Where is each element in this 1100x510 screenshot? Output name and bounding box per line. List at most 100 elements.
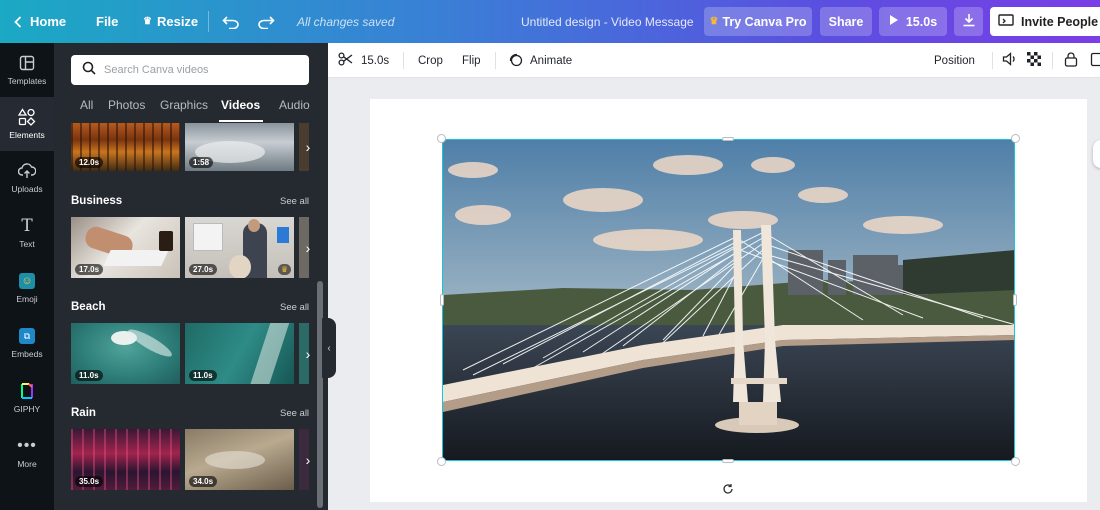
- section-title-beach: Beach: [71, 301, 106, 313]
- video-thumbnail[interactable]: 35.0s: [71, 429, 180, 490]
- resize-handle-right[interactable]: [1013, 294, 1017, 306]
- trim-duration: 15.0s: [361, 54, 390, 67]
- share-button[interactable]: Share: [820, 7, 872, 36]
- bridge-video-frame: [443, 140, 1014, 460]
- home-button[interactable]: Home: [14, 0, 66, 43]
- rail-label: Uploads: [11, 184, 43, 194]
- divider: [208, 11, 209, 32]
- resize-handle-bottom-left[interactable]: [437, 457, 446, 466]
- lock-button[interactable]: [1064, 43, 1078, 78]
- see-all-link[interactable]: See all: [280, 302, 309, 313]
- tab-graphics[interactable]: Graphics: [160, 98, 208, 112]
- file-menu[interactable]: File: [96, 0, 118, 43]
- try-canva-pro-button[interactable]: ♛ Try Canva Pro: [704, 7, 812, 36]
- video-thumbnail[interactable]: 12.0s: [71, 123, 180, 171]
- flip-button[interactable]: Flip: [462, 43, 481, 78]
- chevron-right-icon[interactable]: ›: [299, 217, 317, 278]
- invite-people-button[interactable]: Invite People: [990, 7, 1100, 36]
- resize-handle-left[interactable]: [440, 294, 444, 306]
- resize-handle-top-left[interactable]: [437, 134, 446, 143]
- divider: [495, 52, 496, 69]
- invite-label: Invite People: [1021, 14, 1099, 29]
- screen-shape: [277, 227, 289, 243]
- rail-item-elements[interactable]: Elements: [0, 97, 54, 151]
- rail-item-emoji[interactable]: ☺ Emoji: [0, 261, 54, 315]
- rail-item-embeds[interactable]: ⧉ Embeds: [0, 316, 54, 370]
- video-thumbnail[interactable]: 1:58: [185, 123, 294, 171]
- tab-videos[interactable]: Videos: [221, 98, 260, 112]
- search-input[interactable]: [104, 64, 294, 76]
- collapse-panel-button[interactable]: ‹: [322, 318, 336, 378]
- divider: [403, 52, 404, 69]
- search-icon: [82, 61, 96, 80]
- chevron-right-icon[interactable]: ›: [299, 323, 317, 384]
- duration-badge: 27.0s: [189, 264, 218, 275]
- panel-scrollbar[interactable]: [317, 281, 323, 508]
- animate-button[interactable]: Animate: [508, 43, 572, 78]
- position-button[interactable]: Position: [934, 43, 975, 78]
- search-box[interactable]: [71, 55, 309, 85]
- divider: [992, 52, 993, 69]
- rail-item-giphy[interactable]: GIPHY: [0, 371, 54, 425]
- video-thumbnail[interactable]: 34.0s: [185, 429, 294, 490]
- copy-button[interactable]: [1090, 43, 1100, 78]
- rail-item-templates[interactable]: Templates: [0, 43, 54, 97]
- side-rail: Templates Elements Uploads T Text ☺ Emoj…: [0, 43, 54, 510]
- rail-item-uploads[interactable]: Uploads: [0, 151, 54, 205]
- rail-label: More: [17, 459, 37, 469]
- try-pro-label: Try Canva Pro: [722, 14, 807, 29]
- text-icon: T: [21, 216, 33, 236]
- presenter-head-shape: [248, 219, 260, 232]
- duration-badge: 17.0s: [75, 264, 104, 275]
- video-thumbnail[interactable]: 11.0s: [185, 323, 294, 384]
- resize-handle-bottom[interactable]: [722, 459, 734, 463]
- tab-photos[interactable]: Photos: [108, 98, 145, 112]
- resize-button[interactable]: ♛ Resize: [143, 0, 198, 43]
- duration-badge: 35.0s: [75, 476, 104, 487]
- design-title[interactable]: Untitled design - Video Message: [521, 0, 694, 43]
- rotate-icon[interactable]: [721, 482, 735, 496]
- undo-icon: [222, 15, 240, 29]
- resize-handle-top-right[interactable]: [1011, 134, 1020, 143]
- volume-button[interactable]: [1002, 43, 1018, 78]
- resize-label: Resize: [156, 14, 199, 29]
- trim-button[interactable]: 15.0s: [338, 43, 389, 78]
- rail-label: Templates: [7, 76, 47, 86]
- resize-handle-bottom-right[interactable]: [1011, 457, 1020, 466]
- duration-badge: 34.0s: [189, 476, 218, 487]
- duration-badge: 1:58: [189, 157, 214, 168]
- chevron-right-icon[interactable]: ›: [299, 123, 317, 171]
- tab-all[interactable]: All: [80, 98, 93, 112]
- chevron-left-icon: [14, 15, 22, 28]
- rail-label: Embeds: [11, 349, 43, 359]
- embeds-icon: ⧉: [19, 327, 35, 345]
- undo-button[interactable]: [222, 0, 240, 43]
- top-bar: Home File ♛ Resize All changes saved Unt…: [0, 0, 1100, 43]
- video-thumbnail[interactable]: 17.0s: [71, 217, 180, 278]
- rail-label: GIPHY: [13, 404, 41, 414]
- play-button[interactable]: 15.0s: [879, 7, 947, 36]
- resize-handle-top[interactable]: [722, 137, 734, 141]
- video-thumbnail[interactable]: 27.0s ♛: [185, 217, 294, 278]
- video-thumbnail[interactable]: 11.0s: [71, 323, 180, 384]
- copy-icon: [1090, 52, 1100, 70]
- side-expand-button[interactable]: [1093, 140, 1100, 168]
- chevron-right-icon[interactable]: ›: [299, 429, 317, 490]
- crop-button[interactable]: Crop: [418, 43, 443, 78]
- divider: [1052, 52, 1053, 69]
- play-icon: [889, 14, 899, 29]
- rail-item-text[interactable]: T Text: [0, 206, 54, 260]
- transparency-button[interactable]: [1027, 43, 1041, 78]
- download-button[interactable]: [954, 7, 983, 36]
- see-all-link[interactable]: See all: [280, 196, 309, 207]
- see-all-link[interactable]: See all: [280, 408, 309, 419]
- save-status: All changes saved: [297, 14, 395, 29]
- selected-video-element[interactable]: [442, 139, 1015, 461]
- animate-icon: [508, 52, 523, 70]
- active-tab-indicator: [219, 120, 263, 122]
- redo-button[interactable]: [257, 0, 275, 43]
- tab-audio[interactable]: Audio: [279, 98, 310, 112]
- rail-label: Text: [19, 239, 35, 249]
- rail-item-more[interactable]: ••• More: [0, 426, 54, 480]
- more-dots-icon: •••: [17, 437, 37, 454]
